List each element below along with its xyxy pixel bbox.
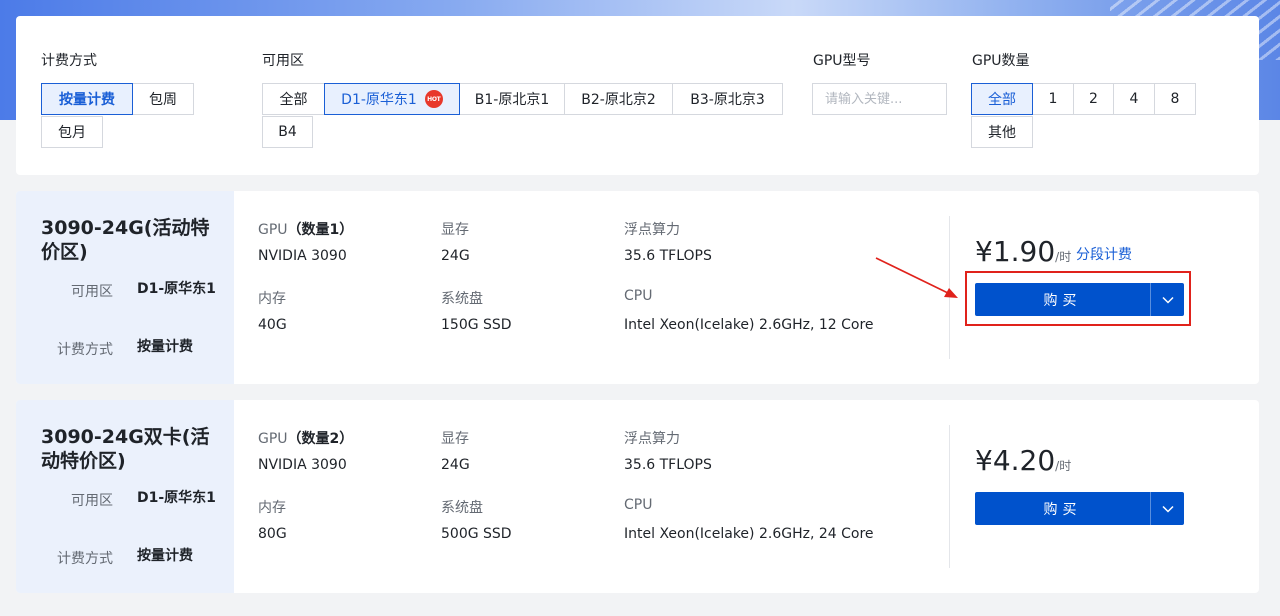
- chevron-down-icon: [1161, 505, 1174, 513]
- price: ¥4.20/时: [975, 444, 1071, 477]
- zone-value: D1-原华东1: [137, 281, 216, 297]
- gpu-model-search-input[interactable]: [812, 83, 947, 115]
- gpu-count-option-all[interactable]: 全部: [971, 83, 1033, 115]
- price-unit: /时: [1055, 250, 1072, 264]
- zone-option-d1[interactable]: D1-原华东1 HOT: [324, 83, 460, 115]
- annotation-arrow-icon: [875, 257, 958, 298]
- disk-value: 150G SSD: [441, 317, 512, 333]
- cpu-label: CPU: [624, 497, 653, 513]
- cpu-value: Intel Xeon(Icelake) 2.6GHz, 24 Core: [624, 526, 874, 542]
- filter-panel: 计费方式 按量计费 包周 包月 可用区 全部 D1-原华东1 HOT B1-原北…: [16, 16, 1259, 175]
- zone-value: D1-原华东1: [137, 490, 216, 506]
- zone-option-b2[interactable]: B2-原北京2: [564, 83, 673, 115]
- product-card: 3090-24G双卡(活动特价区) 可用区 D1-原华东1 计费方式 按量计费 …: [16, 400, 1259, 593]
- gpu-label-text: GPU: [258, 222, 288, 238]
- cpu-label: CPU: [624, 288, 653, 304]
- gpu-count-option-8[interactable]: 8: [1154, 83, 1196, 115]
- product-name: 3090-24G双卡(活动特价区): [41, 426, 210, 472]
- vram-label: 显存: [441, 431, 469, 447]
- price-amount: ¥1.90: [975, 235, 1056, 268]
- gpu-count-option-other[interactable]: 其他: [971, 116, 1033, 148]
- billing-option-monthly[interactable]: 包月: [41, 116, 103, 148]
- zone-label: 可用区: [71, 493, 113, 509]
- gpu-count-option-2[interactable]: 2: [1073, 83, 1114, 115]
- segmented-pricing-link[interactable]: 分段计费: [1076, 244, 1132, 264]
- gpu-value: NVIDIA 3090: [258, 248, 347, 264]
- gpu-count-option-1[interactable]: 1: [1032, 83, 1074, 115]
- price-unit: /时: [1055, 459, 1072, 473]
- hot-icon: HOT: [424, 90, 443, 108]
- price: ¥1.90/时: [975, 235, 1071, 268]
- buy-button[interactable]: 购买: [975, 492, 1184, 525]
- memory-value: 40G: [258, 317, 287, 333]
- gpu-label-text: GPU: [258, 431, 288, 447]
- gpu-count-filter-label: GPU数量: [972, 53, 1030, 69]
- gpu-count-text: （数量2）: [287, 431, 354, 447]
- buy-dropdown-toggle[interactable]: [1150, 492, 1184, 525]
- zone-option-b1[interactable]: B1-原北京1: [459, 83, 565, 115]
- gpu-label: GPU（数量2）: [258, 428, 353, 448]
- flops-label: 浮点算力: [624, 431, 680, 447]
- billing-option-hourly[interactable]: 按量计费: [41, 83, 133, 115]
- zone-filter-label: 可用区: [262, 53, 304, 69]
- memory-label: 内存: [258, 500, 286, 516]
- vram-value: 24G: [441, 248, 470, 264]
- flops-label: 浮点算力: [624, 222, 680, 238]
- memory-label: 内存: [258, 291, 286, 307]
- billing-value: 按量计费: [137, 339, 193, 355]
- billing-value: 按量计费: [137, 548, 193, 564]
- zone-option-b4[interactable]: B4: [262, 116, 313, 148]
- disk-value: 500G SSD: [441, 526, 512, 542]
- product-name: 3090-24G(活动特价区): [41, 217, 210, 263]
- zone-label: 可用区: [71, 284, 113, 300]
- memory-value: 80G: [258, 526, 287, 542]
- billing-filter-label: 计费方式: [41, 53, 97, 69]
- divider: [949, 425, 950, 568]
- annotation-highlight-box: [965, 271, 1191, 326]
- gpu-count-option-4[interactable]: 4: [1113, 83, 1155, 115]
- gpu-label: GPU（数量1）: [258, 219, 353, 239]
- vram-label: 显存: [441, 222, 469, 238]
- buy-button-label[interactable]: 购买: [975, 492, 1150, 525]
- billing-label: 计费方式: [57, 342, 113, 358]
- price-amount: ¥4.20: [975, 444, 1056, 477]
- billing-label: 计费方式: [57, 551, 113, 567]
- disk-label: 系统盘: [441, 291, 483, 307]
- cpu-value: Intel Xeon(Icelake) 2.6GHz, 12 Core: [624, 317, 874, 333]
- zone-option-all[interactable]: 全部: [262, 83, 325, 115]
- gpu-count-text: （数量1）: [287, 222, 354, 238]
- flops-value: 35.6 TFLOPS: [624, 248, 712, 264]
- flops-value: 35.6 TFLOPS: [624, 457, 712, 473]
- vram-value: 24G: [441, 457, 470, 473]
- disk-label: 系统盘: [441, 500, 483, 516]
- zone-option-d1-label: D1-原华东1: [341, 92, 417, 108]
- gpu-value: NVIDIA 3090: [258, 457, 347, 473]
- zone-option-b3[interactable]: B3-原北京3: [672, 83, 783, 115]
- billing-option-weekly[interactable]: 包周: [132, 83, 194, 115]
- gpu-model-filter-label: GPU型号: [813, 53, 871, 69]
